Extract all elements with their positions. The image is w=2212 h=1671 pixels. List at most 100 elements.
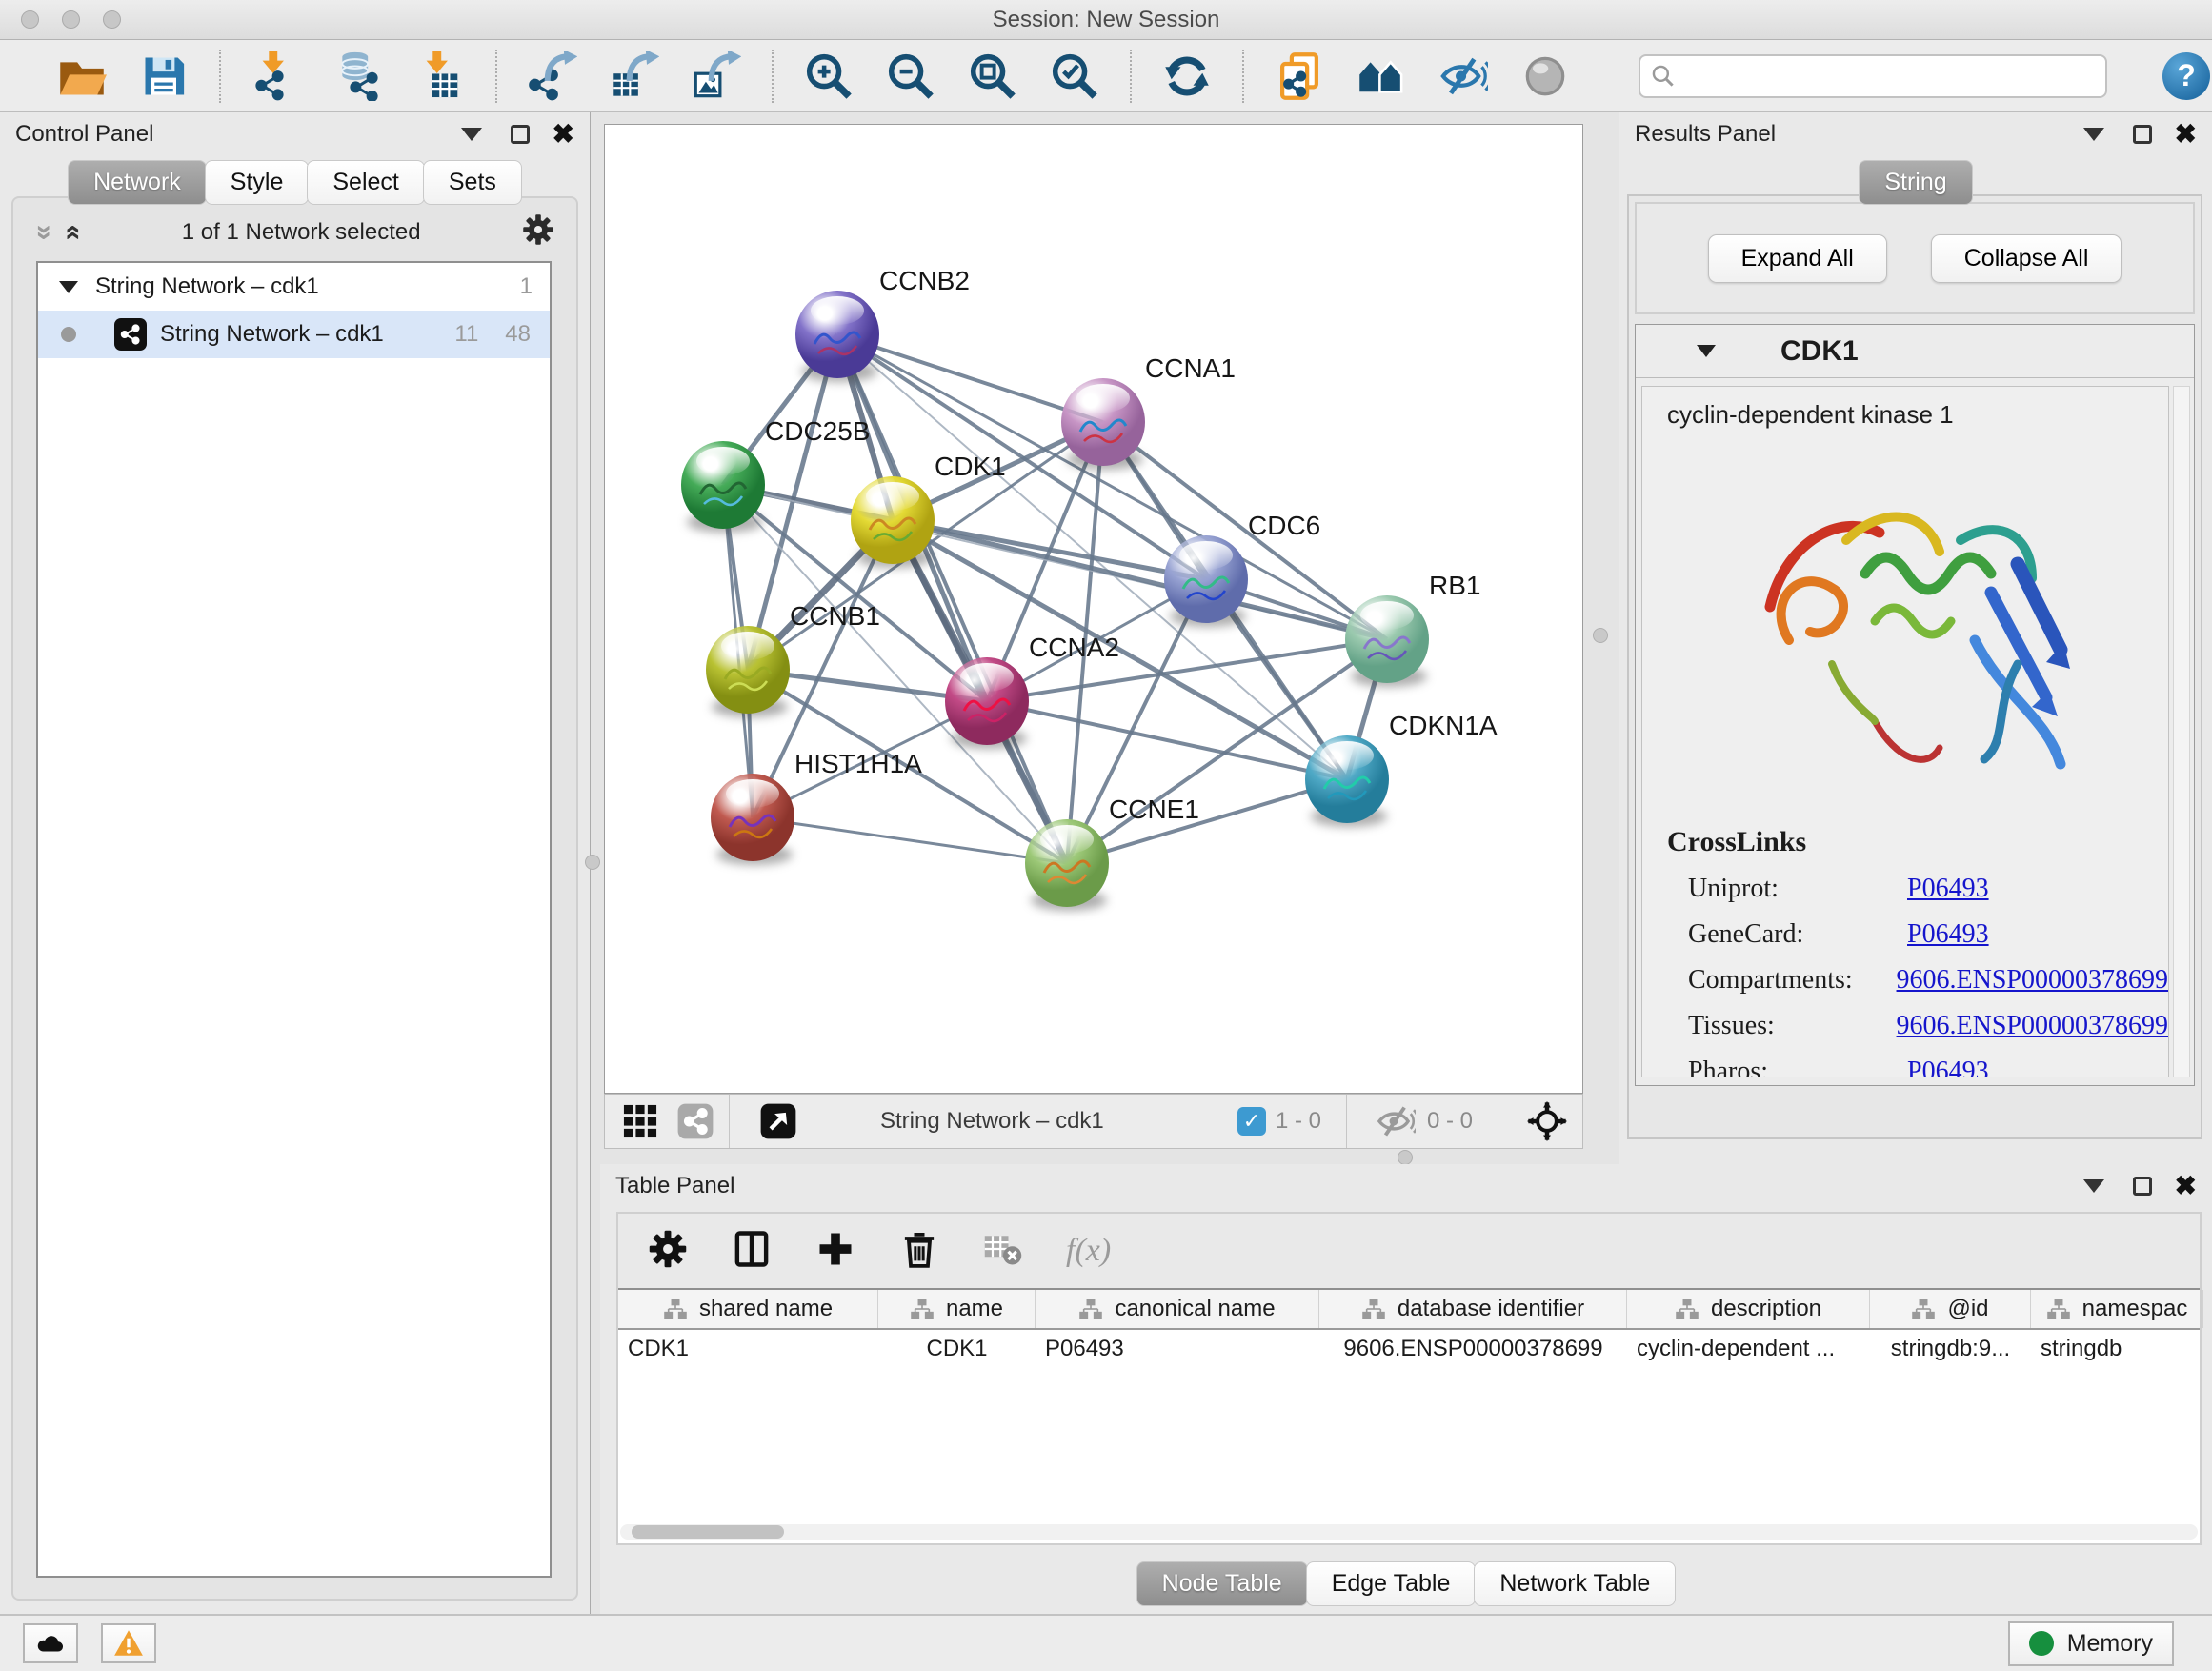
help-button[interactable]: ? (2162, 52, 2210, 100)
export-image-button[interactable] (690, 50, 743, 103)
minimize-window-button[interactable] (62, 10, 80, 29)
import-network-file-button[interactable] (250, 50, 303, 103)
close-panel-icon[interactable]: ✖ (2175, 121, 2197, 148)
cloud-status-button[interactable] (23, 1623, 78, 1663)
network-from-selection-button[interactable] (1273, 50, 1326, 103)
network-node-CDC25B[interactable] (681, 441, 765, 529)
close-panel-icon[interactable]: ✖ (553, 121, 574, 148)
crosslink-link[interactable]: P06493 (1907, 1057, 1989, 1077)
first-neighbors-button[interactable] (1355, 50, 1408, 103)
scrollbar-thumb[interactable] (632, 1525, 784, 1539)
show-columns-button[interactable] (731, 1228, 773, 1275)
refresh-button[interactable] (1160, 50, 1214, 103)
export-table-icon (610, 51, 659, 101)
zoom-window-button[interactable] (103, 10, 121, 29)
tab-string[interactable]: String (1859, 160, 1972, 205)
expand-all-button[interactable]: Expand All (1708, 234, 1887, 283)
tree-expand-icon[interactable] (59, 281, 78, 293)
column-header-shared-name[interactable]: shared name (618, 1290, 878, 1328)
birdseye-view-button[interactable] (758, 1101, 798, 1141)
network-node-HIST1H1A[interactable] (711, 774, 794, 861)
column-header-database-identifier[interactable]: database identifier (1319, 1290, 1627, 1328)
memory-label: Memory (2067, 1630, 2153, 1658)
tab-style[interactable]: Style (205, 160, 310, 205)
show-hide-button[interactable] (1437, 50, 1490, 103)
network-node-CCNB1[interactable] (706, 626, 790, 714)
warnings-button[interactable] (101, 1623, 156, 1663)
network-node-RB1[interactable] (1345, 595, 1429, 683)
tab-edge-table[interactable]: Edge Table (1306, 1561, 1477, 1606)
float-panel-icon[interactable] (2133, 1177, 2152, 1196)
close-window-button[interactable] (21, 10, 39, 29)
export-network-button[interactable] (526, 50, 579, 103)
search-input[interactable] (1639, 54, 2107, 98)
gene-entry-body: cyclin-dependent kinase 1 (1641, 386, 2169, 1077)
network-node-CCNA2[interactable] (945, 657, 1029, 745)
save-session-button[interactable] (137, 50, 191, 103)
column-header-canonical-name[interactable]: canonical name (1036, 1290, 1319, 1328)
zoom-in-button[interactable] (802, 50, 855, 103)
collapse-all-button[interactable]: Collapse All (1931, 234, 2122, 283)
hidden-toggle[interactable] (1376, 1101, 1416, 1141)
column-header-namespac[interactable]: namespac (2031, 1290, 2203, 1328)
gene-entry-header[interactable]: CDK1 (1636, 325, 2194, 378)
table-row[interactable]: CDK1CDK1P064939606.ENSP00000378699cyclin… (618, 1330, 2200, 1368)
results-scrollbar[interactable] (2173, 386, 2190, 1077)
open-session-button[interactable] (55, 50, 109, 103)
memory-button[interactable]: Memory (2008, 1621, 2174, 1666)
column-header-name[interactable]: name (878, 1290, 1036, 1328)
network-node-CCNE1[interactable] (1025, 819, 1109, 907)
tab-sets[interactable]: Sets (423, 160, 522, 205)
table-options-gear[interactable] (647, 1228, 689, 1275)
protein-thumbnail (717, 651, 778, 700)
entry-expand-icon[interactable] (1697, 345, 1716, 357)
import-table-file-button[interactable] (413, 50, 467, 103)
inactive-eye-button[interactable] (1518, 50, 1572, 103)
zoom-out-button[interactable] (884, 50, 937, 103)
import-network-database-button[interactable] (332, 50, 385, 103)
horizontal-scrollbar[interactable] (620, 1524, 2198, 1540)
network-canvas[interactable]: CCNB2CCNA1CDC25BCDK1CDC6RB1CCNB1CCNA2CDK… (604, 124, 1583, 1094)
tab-network-table[interactable]: Network Table (1474, 1561, 1676, 1606)
network-node-CCNB2[interactable] (795, 291, 879, 378)
float-panel-icon[interactable] (2133, 125, 2152, 144)
collapse-all-icon[interactable]: « (26, 225, 58, 241)
show-grid-button[interactable] (620, 1101, 660, 1141)
tab-node-table[interactable]: Node Table (1136, 1561, 1308, 1606)
zoom-selected-button[interactable] (1048, 50, 1101, 103)
left-splitter-handle[interactable] (585, 855, 600, 870)
fit-selection-button[interactable] (1527, 1101, 1567, 1141)
crosslink-link[interactable]: P06493 (1907, 919, 1989, 950)
network-node-CCNA1[interactable] (1061, 378, 1145, 466)
crosslink-link[interactable]: 9606.ENSP00000378699 (1897, 965, 2168, 996)
crosslink-link[interactable]: P06493 (1907, 874, 1989, 904)
delete-column-button[interactable] (898, 1228, 940, 1275)
tab-network[interactable]: Network (68, 160, 207, 205)
window-controls[interactable] (21, 10, 121, 29)
collapse-panel-icon[interactable] (2083, 128, 2104, 141)
column-header-description[interactable]: description (1627, 1290, 1870, 1328)
expand-all-icon[interactable]: « (57, 225, 90, 241)
network-collection-row[interactable]: String Network – cdk1 1 (38, 263, 550, 311)
bottom-splitter-handle[interactable] (1398, 1150, 1413, 1165)
collapse-panel-icon[interactable] (461, 128, 482, 141)
float-panel-icon[interactable] (511, 125, 530, 144)
network-node-CDKN1A[interactable] (1305, 735, 1389, 823)
zoom-fit-button[interactable] (966, 50, 1019, 103)
crosslink-link[interactable]: 9606.ENSP00000378699 (1897, 1011, 2168, 1041)
selected-nodes-checkbox[interactable]: ✓ (1237, 1107, 1266, 1136)
network-node-CDC6[interactable] (1164, 535, 1248, 623)
network-options-gear[interactable] (521, 212, 555, 253)
right-splitter-handle[interactable] (1593, 628, 1608, 643)
add-column-button[interactable] (814, 1228, 856, 1275)
delete-table-icon (982, 1228, 1024, 1270)
tab-select[interactable]: Select (307, 160, 424, 205)
export-table-button[interactable] (608, 50, 661, 103)
string-style-button[interactable] (675, 1101, 715, 1141)
close-panel-icon[interactable]: ✖ (2175, 1173, 2197, 1199)
network-row-selected[interactable]: String Network – cdk1 11 48 (38, 311, 550, 358)
collapse-panel-icon[interactable] (2083, 1179, 2104, 1193)
network-node-CDK1[interactable] (851, 476, 935, 564)
table-panel-title: Table Panel (615, 1173, 734, 1199)
column-header-@id[interactable]: @id (1870, 1290, 2031, 1328)
